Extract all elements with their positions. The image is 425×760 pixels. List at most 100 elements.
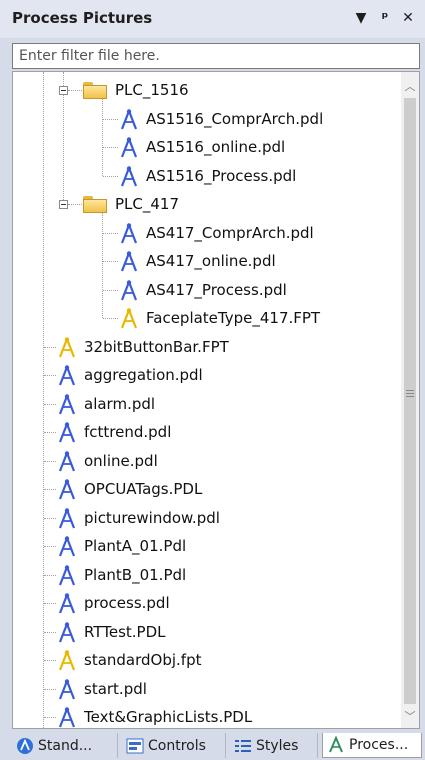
blue-picture-icon (120, 222, 138, 243)
tree-connector (43, 72, 44, 728)
tree-folder-item[interactable]: PLC_417 (83, 191, 179, 217)
folder-icon (83, 81, 107, 99)
tree-file-item[interactable]: aggregation.pdl (57, 362, 203, 388)
tree-connector (103, 261, 118, 262)
tab-controls[interactable]: Controls (122, 733, 226, 758)
tree-file-item[interactable]: PlantA_01.Pdl (57, 533, 186, 559)
tree-file-item[interactable]: process.pdl (57, 590, 170, 616)
blue-picture-icon (58, 365, 76, 386)
tree-file-item[interactable]: PlantB_01.Pdl (57, 562, 186, 588)
tree-connector (44, 603, 56, 604)
blue-picture-icon (120, 251, 138, 272)
tree-item-label: AS417_ComprArch.pdl (146, 223, 314, 242)
tab-label: Stand... (38, 737, 93, 754)
filter-input[interactable] (12, 43, 420, 69)
tree-file-item[interactable]: start.pdl (57, 676, 147, 702)
tab-label: Styles (256, 737, 299, 754)
tree-connector (44, 717, 56, 718)
tree-item-label: start.pdl (84, 679, 147, 698)
tree-connector (68, 204, 82, 205)
blue-picture-icon (58, 621, 76, 642)
panel-titlebar: Process Pictures ▼ ᵖ ✕ (0, 0, 425, 38)
tree-item-label: AS1516_Process.pdl (146, 166, 297, 185)
tree-file-item[interactable]: 32bitButtonBar.FPT (57, 334, 229, 360)
tree-connector (44, 688, 56, 690)
tree-item-label: alarm.pdl (84, 394, 156, 413)
tree-file-item[interactable]: standardObj.fpt (57, 647, 201, 673)
tree-connector (44, 432, 56, 433)
tab-process-pictures[interactable]: Proces... (322, 733, 422, 758)
tree-item-label: fcttrend.pdl (84, 423, 172, 441)
tree-item-label: PLC_417 (115, 195, 180, 213)
tree-connector (103, 232, 118, 234)
tree-connector (44, 517, 56, 519)
yellow-faceplate-icon (58, 650, 76, 671)
blue-picture-icon (120, 165, 138, 186)
blue-picture-icon (120, 108, 138, 129)
tree-file-item[interactable]: alarm.pdl (57, 391, 155, 417)
tree-connector (103, 318, 118, 319)
yellow-faceplate-icon (58, 336, 76, 357)
process-pictures-icon (329, 736, 343, 753)
tree-connector (103, 289, 118, 291)
tree-file-item[interactable]: AS417_ComprArch.pdl (119, 220, 314, 246)
tab-label: Controls (148, 737, 206, 754)
blue-picture-icon (58, 422, 76, 443)
collapse-toggle-icon[interactable] (59, 86, 68, 95)
tree-folder-item[interactable]: PLC_1516 (83, 77, 189, 103)
tree-item-label: AS417_Process.pdl (146, 280, 287, 299)
tree-connector (44, 660, 56, 661)
tree-item-label: aggregation.pdl (84, 366, 203, 384)
tree-item-label: PlantA_01.Pdl (84, 537, 187, 555)
controls-icon (126, 738, 144, 753)
tree-item-label: OPCUATags.PDL (84, 480, 203, 498)
tree-connector (103, 147, 118, 148)
tree-connector (44, 460, 56, 462)
tree-file-item[interactable]: OPCUATags.PDL (57, 476, 202, 502)
tree-file-item[interactable]: AS1516_online.pdl (119, 134, 285, 160)
tree-connector (44, 631, 56, 633)
blue-picture-icon (58, 393, 76, 414)
tree-connector (44, 574, 56, 576)
tree-file-item[interactable]: picturewindow.pdl (57, 505, 220, 531)
tab-styles[interactable]: Styles (230, 733, 318, 758)
blue-picture-icon (58, 450, 76, 471)
tree-connector (44, 346, 56, 348)
blue-picture-icon (58, 479, 76, 500)
tree-file-item[interactable]: online.pdl (57, 448, 158, 474)
blue-picture-icon (58, 707, 76, 728)
blue-picture-icon (58, 536, 76, 557)
collapse-toggle-icon[interactable] (59, 200, 68, 209)
vertical-scrollbar[interactable]: ︿ ﹀ (401, 72, 419, 728)
tree-file-item[interactable]: FaceplateType_417.FPT (119, 305, 320, 331)
tab-label: Proces... (349, 737, 409, 753)
tree-file-item[interactable]: AS417_Process.pdl (119, 277, 287, 303)
tree-file-item[interactable]: fcttrend.pdl (57, 419, 171, 445)
pin-icon[interactable]: ᵖ (376, 9, 394, 27)
tree-item-label: picturewindow.pdl (84, 508, 220, 527)
tab-standard[interactable]: Stand... (12, 733, 118, 758)
tree-file-item[interactable]: AS417_online.pdl (119, 248, 276, 274)
tree-connector (44, 403, 56, 405)
tree-item-label: process.pdl (84, 594, 170, 612)
tree-connector (44, 375, 56, 376)
blue-picture-icon (58, 593, 76, 614)
tree-file-item[interactable]: RTTest.PDL (57, 619, 166, 645)
tree-file-item[interactable]: AS1516_Process.pdl (119, 163, 296, 189)
scroll-up-arrow-icon[interactable]: ︿ (401, 78, 419, 96)
tree-connector (44, 489, 56, 490)
file-tree: PLC_1516 AS1516_ComprArch.pdl AS1516_onl… (13, 72, 401, 728)
close-icon[interactable]: ✕ (399, 9, 417, 27)
tree-item-label: AS417_online.pdl (146, 252, 276, 270)
folder-icon (83, 195, 107, 213)
scroll-down-arrow-icon[interactable]: ﹀ (401, 708, 419, 726)
tree-file-item[interactable]: Text&GraphicLists.PDL (57, 704, 252, 728)
dropdown-arrow-icon[interactable]: ▼ (352, 9, 370, 27)
tree-item-label: AS1516_ComprArch.pdl (146, 109, 324, 128)
blue-picture-icon (58, 678, 76, 699)
scrollbar-thumb[interactable] (404, 98, 416, 704)
tree-file-item[interactable]: AS1516_ComprArch.pdl (119, 106, 323, 132)
tree-connector (102, 96, 103, 176)
blue-picture-icon (120, 137, 138, 158)
blue-picture-icon (58, 507, 76, 528)
